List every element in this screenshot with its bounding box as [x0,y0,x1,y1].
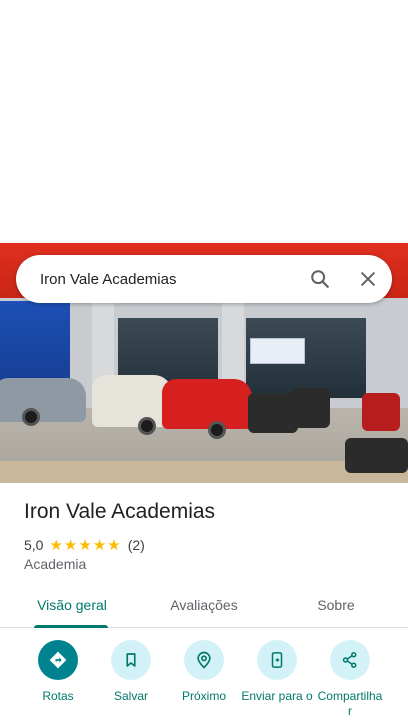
car [162,379,252,429]
action-label: Próximo [181,689,226,703]
action-bar: Rotas Salvar Próximo Enviar para o Compa… [0,640,408,726]
action-label: Compartilha r [317,689,383,718]
tab-bar: Visão geral Avaliações Sobre [0,582,408,628]
bookmark-icon [111,640,151,680]
star-icon: ★ [107,537,121,554]
star-icon: ★ [49,537,63,554]
search-icon[interactable] [296,255,344,303]
directions-button[interactable]: Rotas [18,640,98,704]
search-bar[interactable]: Iron Vale Academias [16,255,392,303]
rating-value: 5,0 [24,537,44,553]
car [92,375,172,427]
motorcycle [362,393,400,431]
tab-label: Sobre [317,597,355,613]
active-tab-indicator [34,625,108,628]
tab-label: Visão geral [37,597,107,613]
send-to-phone-icon [257,640,297,680]
share-button[interactable]: Compartilha r [310,640,390,719]
nearby-icon [184,640,224,680]
car [0,378,86,422]
tab-label: Avaliações [170,597,238,613]
directions-icon [38,640,78,680]
save-button[interactable]: Salvar [91,640,171,704]
star-icon: ★ [63,537,78,554]
review-count[interactable]: (2) [128,537,145,553]
action-label: Enviar para o [241,689,313,703]
place-title: Iron Vale Academias [24,500,216,523]
star-icon: ★ [78,537,92,554]
place-category: Academia [24,556,87,572]
wheel [22,408,40,426]
close-icon[interactable] [344,255,392,303]
share-icon [330,640,370,680]
wheel [138,417,156,435]
search-query[interactable]: Iron Vale Academias [40,271,296,288]
send-to-phone-button[interactable]: Enviar para o [237,640,317,704]
tab-reviews[interactable]: Avaliações [156,582,252,628]
star-icon: ★ [92,537,107,554]
action-label: Rotas [42,689,74,703]
nearby-button[interactable]: Próximo [164,640,244,704]
motorcycle [290,388,330,428]
tab-overview[interactable]: Visão geral [24,582,120,628]
facade-sign [250,338,305,364]
rating-row[interactable]: 5,0 ★ ★ ★ ★ ★ (2) [24,536,145,554]
motorcycle [345,438,408,473]
rating-stars: ★ ★ ★ ★ ★ [49,536,121,554]
map-area[interactable] [0,0,408,243]
action-label: Salvar [113,689,148,703]
wheel [208,421,226,439]
tab-about[interactable]: Sobre [296,582,376,628]
